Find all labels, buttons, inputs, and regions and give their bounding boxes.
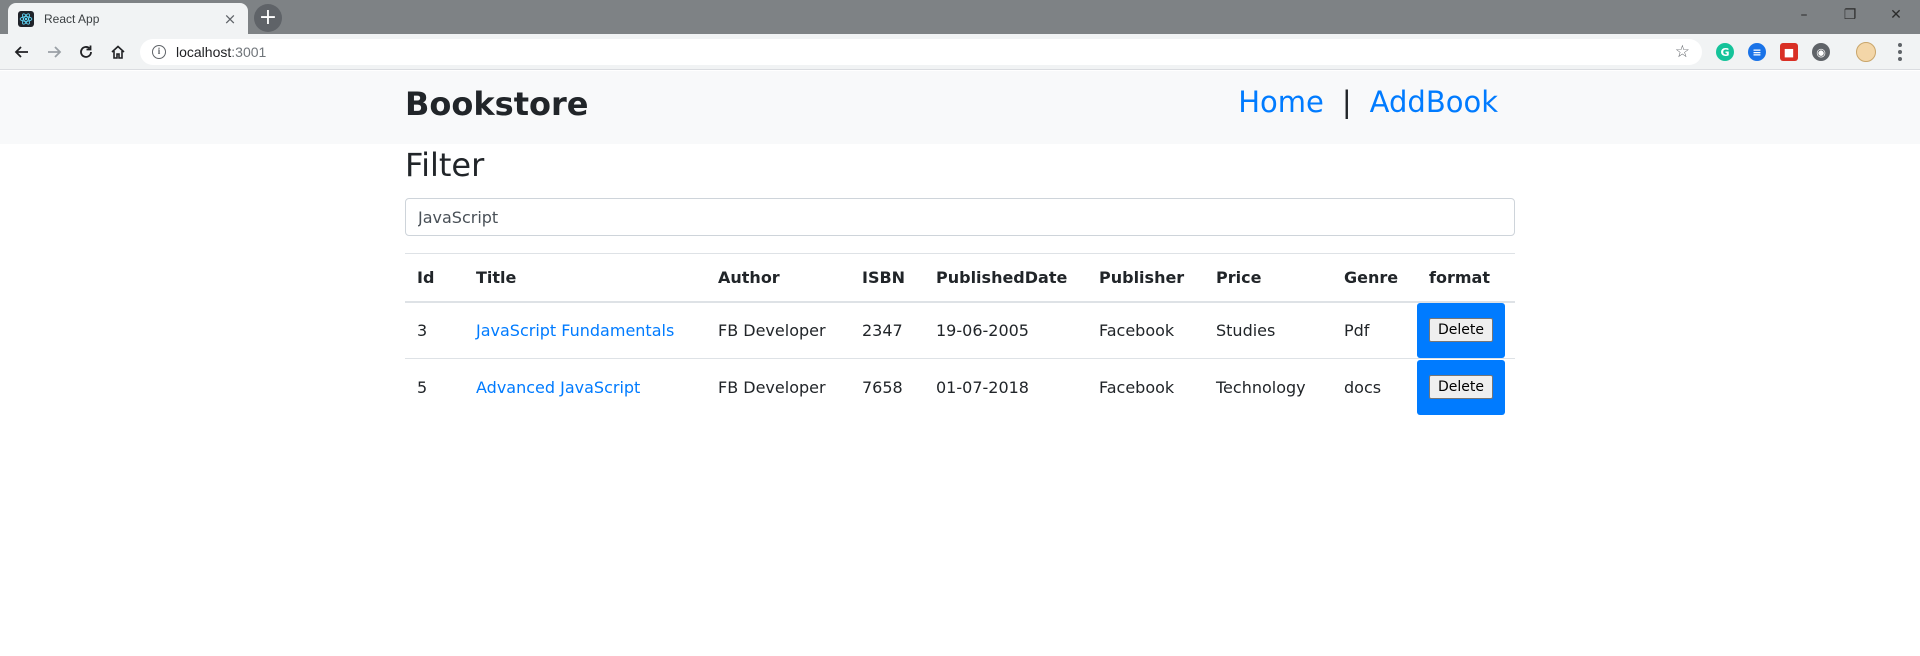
back-button[interactable] xyxy=(6,34,38,70)
extension-blue-icon[interactable]: ≡ xyxy=(1748,43,1766,61)
cell-id: 5 xyxy=(405,358,464,416)
browser-tabstrip: React App × + – ❐ ✕ xyxy=(0,0,1920,34)
table-row: 5 Advanced JavaScript FB Developer 7658 … xyxy=(405,358,1515,416)
cell-title: Advanced JavaScript xyxy=(464,358,706,416)
cell-author: FB Developer xyxy=(718,320,826,340)
browser-toolbar: i localhost:3001 ☆ G ≡ ■ ◉ xyxy=(0,34,1920,70)
cell-title: JavaScript Fundamentals xyxy=(464,302,706,359)
reload-button[interactable] xyxy=(70,34,102,70)
delete-button[interactable]: Delete xyxy=(1429,375,1493,400)
home-icon xyxy=(111,45,125,59)
forward-button[interactable] xyxy=(38,34,70,70)
filter-heading: Filter xyxy=(405,146,485,184)
cell-price: Studies xyxy=(1216,320,1276,340)
react-logo-icon xyxy=(18,10,34,27)
cell-published-date: 19-06-2005 xyxy=(936,320,1029,340)
forward-arrow-icon xyxy=(48,46,62,58)
cell-genre: docs xyxy=(1332,358,1417,416)
app-navbar: Bookstore Home | AddBook xyxy=(0,71,1920,144)
cell-id: 3 xyxy=(417,320,428,340)
book-title-link[interactable]: Advanced JavaScript xyxy=(476,378,640,397)
header-isbn: ISBN xyxy=(850,253,924,303)
grammarly-icon[interactable]: G xyxy=(1716,43,1734,61)
profile-avatar[interactable] xyxy=(1856,42,1876,62)
header-published-date: PublishedDate xyxy=(924,253,1087,303)
nav-home-link[interactable]: Home xyxy=(1238,85,1324,119)
table-header-row: Id Title Author ISBN PublishedDate Publi… xyxy=(405,253,1515,303)
header-format: format xyxy=(1417,253,1515,303)
extension-target-icon[interactable]: ◉ xyxy=(1812,43,1830,61)
address-bar[interactable]: i localhost:3001 ☆ xyxy=(140,39,1702,65)
nav-addbook-link[interactable]: AddBook xyxy=(1370,85,1498,119)
url-port: :3001 xyxy=(231,44,267,60)
browser-tab[interactable]: React App × xyxy=(8,3,248,34)
table-row: 3 JavaScript Fundamentals FB Developer 2… xyxy=(405,302,1515,359)
cell-genre: Pdf xyxy=(1344,320,1370,340)
cell-format: Delete xyxy=(1417,358,1515,416)
brand-title: Bookstore xyxy=(405,85,589,123)
books-table: Id Title Author ISBN PublishedDate Publi… xyxy=(405,253,1515,416)
minimize-icon[interactable]: – xyxy=(1781,0,1827,30)
book-title-link[interactable]: JavaScript Fundamentals xyxy=(476,321,674,340)
cell-publisher: Facebook xyxy=(1099,320,1175,340)
close-window-icon[interactable]: ✕ xyxy=(1873,0,1919,30)
new-tab-button[interactable]: + xyxy=(254,4,282,32)
delete-button-wrapper: Delete xyxy=(1417,359,1505,415)
cell-isbn: 7658 xyxy=(850,358,924,416)
tab-title: React App xyxy=(44,11,100,26)
header-price: Price xyxy=(1204,253,1332,303)
cell-price: Technology xyxy=(1204,358,1332,416)
header-genre: Genre xyxy=(1332,253,1417,303)
cell-publisher: Facebook xyxy=(1087,358,1204,416)
home-button[interactable] xyxy=(102,34,134,70)
info-icon[interactable]: i xyxy=(152,45,166,59)
cell-published-date: 01-07-2018 xyxy=(924,358,1087,416)
url-text: localhost:3001 xyxy=(176,44,1675,60)
extension-red-icon[interactable]: ■ xyxy=(1780,43,1798,61)
url-host: localhost xyxy=(176,44,232,60)
nav-links: Home | AddBook xyxy=(1238,85,1498,119)
cell-format: Delete xyxy=(1417,302,1515,359)
delete-button[interactable]: Delete xyxy=(1429,318,1493,343)
header-title: Title xyxy=(464,253,706,303)
cell-author: FB Developer xyxy=(706,358,850,416)
header-author: Author xyxy=(706,253,850,303)
header-publisher: Publisher xyxy=(1087,253,1204,303)
bookmark-star-icon[interactable]: ☆ xyxy=(1675,42,1690,62)
cell-isbn: 2347 xyxy=(862,320,903,340)
tab-close-icon[interactable]: × xyxy=(222,10,238,28)
back-arrow-icon xyxy=(14,46,28,58)
browser-menu-icon[interactable] xyxy=(1892,43,1908,61)
reload-icon xyxy=(80,45,92,58)
restore-icon[interactable]: ❐ xyxy=(1827,0,1873,30)
filter-input[interactable] xyxy=(405,198,1515,236)
header-id: Id xyxy=(405,253,464,303)
delete-button-wrapper: Delete xyxy=(1417,302,1505,358)
nav-separator: | xyxy=(1341,85,1352,119)
